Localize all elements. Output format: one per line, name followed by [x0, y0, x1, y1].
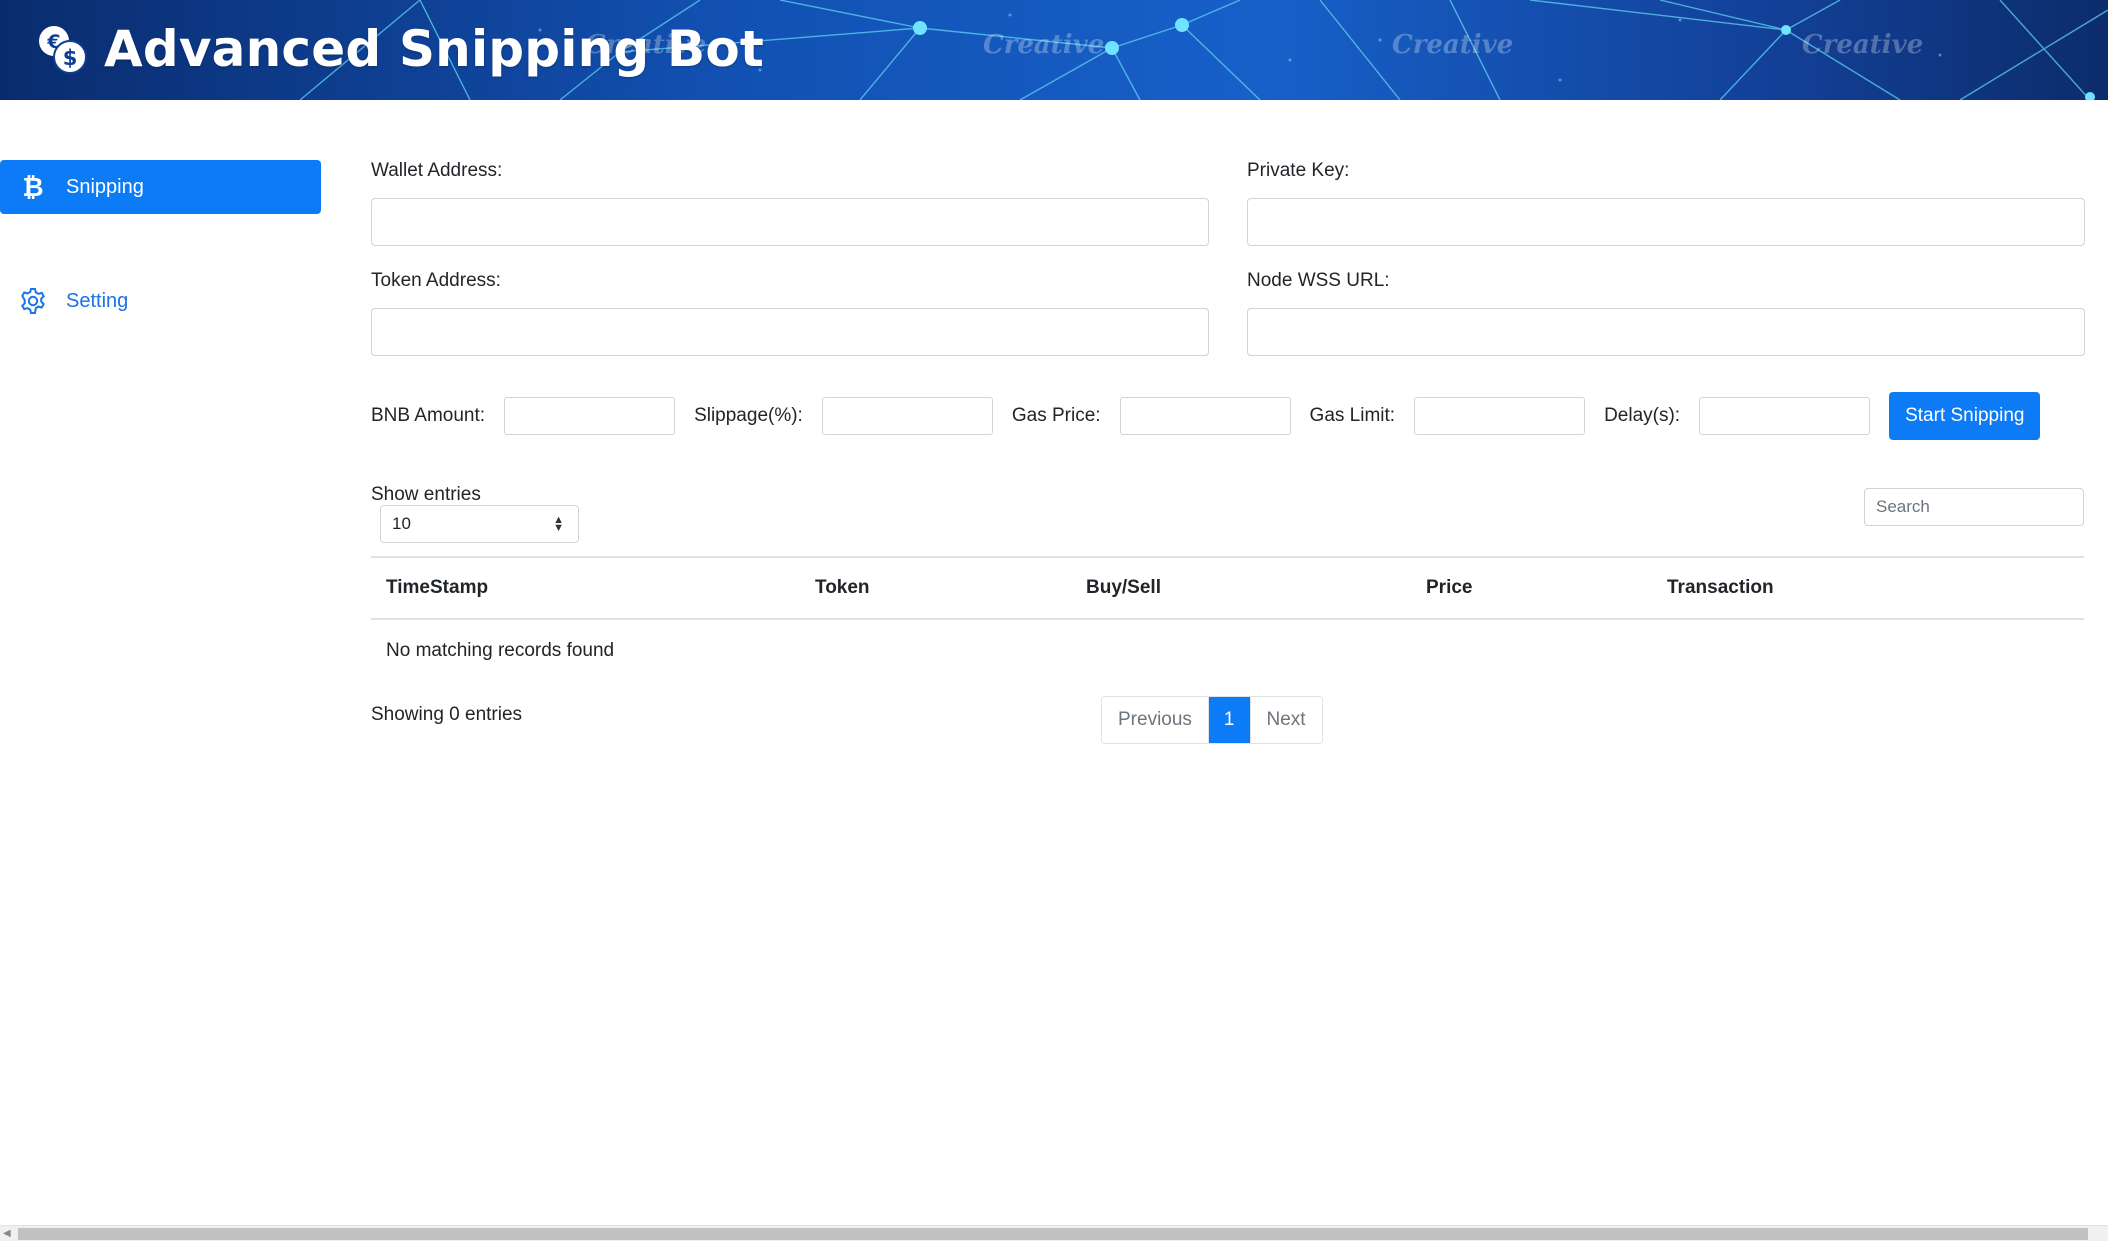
gas-limit-group: Gas Limit:: [1310, 397, 1586, 435]
gas-price-label: Gas Price:: [1011, 405, 1101, 426]
brand: € $ Advanced Snipping Bot: [34, 12, 764, 86]
delay-group: Delay(s):: [1604, 397, 1871, 435]
token-address-group: Token Address:: [371, 270, 1209, 356]
bnb-amount-input[interactable]: [504, 397, 676, 435]
column-header-transaction[interactable]: Transaction: [1652, 556, 2084, 620]
sort-caret-icon: ▲ ▼: [553, 514, 564, 534]
column-header-token[interactable]: Token: [800, 556, 1071, 620]
gas-limit-input[interactable]: [1414, 397, 1586, 435]
showing-info: Showing 0 entries: [371, 704, 523, 725]
gas-price-group: Gas Price:: [1012, 397, 1291, 435]
scrollbar-thumb[interactable]: [18, 1228, 2088, 1240]
start-snipping-button[interactable]: Start Snipping: [1889, 392, 2041, 440]
table-controls: Show entries 10 ▲ ▼: [371, 476, 2084, 543]
sidebar-item-label: Snipping: [66, 175, 144, 198]
token-address-label: Token Address:: [371, 270, 501, 291]
main-content: Wallet Address: Private Key: Token Addre…: [371, 160, 2085, 756]
snipe-parameters: BNB Amount: Slippage(%): Gas Price: Gas …: [371, 392, 2084, 440]
scroll-left-icon[interactable]: ◀: [3, 1228, 11, 1239]
page-1-button[interactable]: 1: [1207, 697, 1250, 743]
show-entries-label: Show entries: [371, 484, 481, 505]
delay-label: Delay(s):: [1604, 405, 1681, 426]
token-address-input[interactable]: [371, 308, 1209, 356]
horizontal-scrollbar[interactable]: ◀: [0, 1225, 2108, 1241]
empty-message: No matching records found: [386, 640, 615, 661]
private-key-input[interactable]: [1247, 198, 2085, 246]
entries-select[interactable]: 10 ▲ ▼: [380, 505, 579, 543]
private-key-group: Private Key:: [1247, 160, 2085, 246]
column-header-buy-sell[interactable]: Buy/Sell: [1071, 556, 1411, 620]
bitcoin-icon: ₿: [18, 172, 48, 202]
slippage-label: Slippage(%):: [694, 405, 803, 426]
search-input[interactable]: [1864, 488, 2084, 526]
pagination: Previous 1 Next: [1101, 696, 1323, 744]
watermark-text: Creative: [1802, 30, 1924, 60]
gear-icon: [18, 286, 48, 316]
bnb-amount-label: BNB Amount:: [371, 405, 486, 426]
sidebar-item-label: Setting: [66, 289, 129, 312]
credentials-form: Wallet Address: Private Key: Token Addre…: [371, 160, 2085, 356]
currency-exchange-icon: € $: [39, 26, 87, 74]
slippage-input[interactable]: [821, 397, 993, 435]
previous-page-button[interactable]: Previous: [1102, 697, 1208, 743]
node-wss-url-group: Node WSS URL:: [1247, 270, 2085, 356]
watermark-text: Creative: [1392, 30, 1514, 60]
delay-input[interactable]: [1699, 397, 1871, 435]
wallet-address-label: Wallet Address:: [371, 160, 503, 181]
svg-text:$: $: [63, 46, 78, 70]
column-header-price[interactable]: Price: [1411, 556, 1652, 620]
sidebar-item-snipping[interactable]: ₿ Snipping: [0, 160, 321, 214]
watermark-text: Creative: [983, 30, 1105, 60]
gas-price-input[interactable]: [1119, 397, 1291, 435]
column-header-timestamp[interactable]: TimeStamp: [371, 556, 800, 620]
wallet-address-group: Wallet Address:: [371, 160, 1209, 246]
header-banner: Creative Creative Creative Creative € $ …: [0, 0, 2108, 100]
sidebar: ₿ Snipping Setting: [0, 160, 322, 328]
table-row: No matching records found: [371, 619, 2084, 682]
table-header-row: TimeStamp Token Buy/Sell Price Transacti…: [371, 556, 2084, 620]
svg-text:₿: ₿: [22, 173, 43, 201]
slippage-group: Slippage(%):: [694, 397, 993, 435]
wallet-address-input[interactable]: [371, 198, 1209, 246]
next-page-button[interactable]: Next: [1249, 697, 1322, 743]
bnb-amount-group: BNB Amount:: [371, 397, 676, 435]
node-wss-url-label: Node WSS URL:: [1247, 270, 1390, 291]
app-title: Advanced Snipping Bot: [104, 20, 764, 78]
entries-select-value: 10: [392, 514, 411, 533]
sidebar-item-setting[interactable]: Setting: [0, 274, 322, 328]
node-wss-url-input[interactable]: [1247, 308, 2085, 356]
table-footer: Showing 0 entries Previous 1 Next: [371, 696, 2084, 756]
transactions-table: TimeStamp Token Buy/Sell Price Transacti…: [371, 556, 2084, 682]
gas-limit-label: Gas Limit:: [1309, 405, 1396, 426]
private-key-label: Private Key:: [1247, 160, 1350, 181]
